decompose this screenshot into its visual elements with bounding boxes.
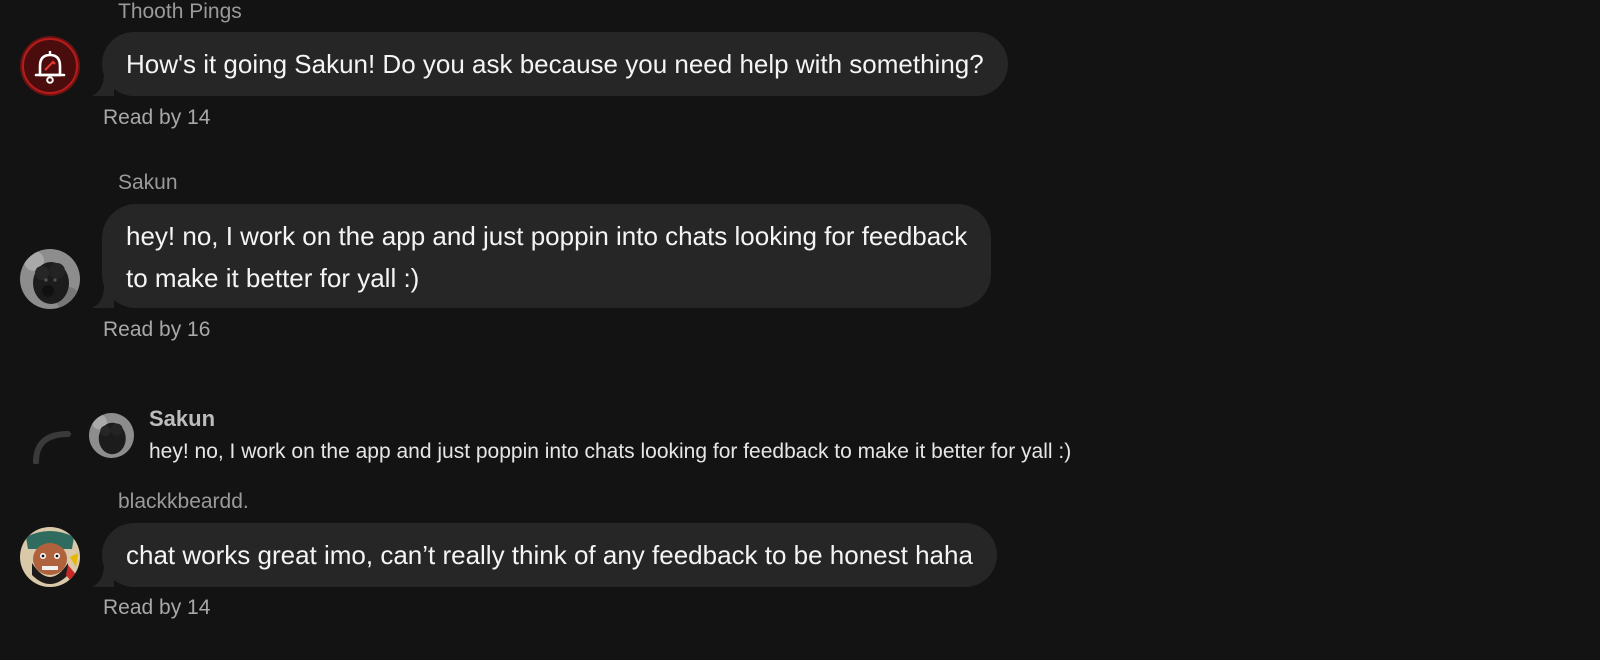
message-text-line: to make it better for yall :): [126, 263, 420, 293]
reply-quoted-text[interactable]: hey! no, I work on the app and just popp…: [149, 440, 1071, 464]
reply-avatar[interactable]: [89, 413, 134, 458]
message-bubble[interactable]: How's it going Sakun! Do you ask because…: [92, 32, 1008, 96]
chat-thread: Thooth Pings How's it going Sakun! Do yo…: [0, 0, 1600, 660]
message-text: How's it going Sakun! Do you ask because…: [126, 49, 984, 79]
sender-name[interactable]: Thooth Pings: [118, 0, 242, 24]
reply-connector-icon: [33, 431, 71, 464]
message-bubble[interactable]: chat works great imo, can’t really think…: [92, 523, 997, 587]
bell-avatar-icon[interactable]: [20, 36, 80, 96]
read-receipt: Read by 16: [103, 318, 211, 341]
message-text-line: hey! no, I work on the app and just popp…: [126, 221, 968, 251]
message-text: chat works great imo, can’t really think…: [126, 540, 973, 570]
dog-avatar[interactable]: [20, 249, 80, 309]
bubble-tail-icon: [92, 286, 114, 308]
bubble-tail-icon: [92, 565, 114, 587]
read-receipt: Read by 14: [103, 596, 211, 619]
bubble-tail-icon: [92, 74, 114, 96]
sender-name[interactable]: blackkbeardd.: [118, 490, 249, 514]
pirate-avatar[interactable]: [20, 527, 80, 587]
reply-sender-name[interactable]: Sakun: [149, 406, 215, 432]
message-bubble[interactable]: hey! no, I work on the app and just popp…: [92, 204, 992, 308]
read-receipt: Read by 14: [103, 106, 211, 129]
sender-name[interactable]: Sakun: [118, 171, 178, 195]
